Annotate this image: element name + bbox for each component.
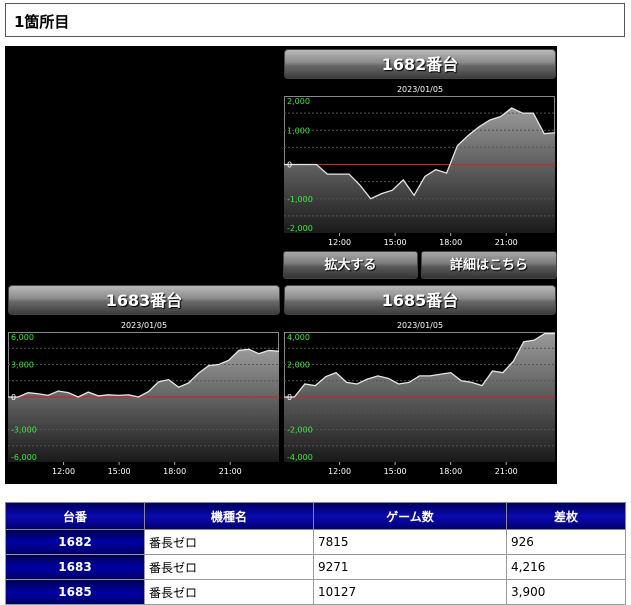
header-model-name: 機種名 xyxy=(144,502,314,530)
table-header-row: 台番 機種名 ゲーム数 差枚 xyxy=(5,502,626,530)
x-tick-label: 15:00 xyxy=(108,467,131,476)
header-machine-number: 台番 xyxy=(5,502,145,530)
panel-title-1683[interactable]: 1683番台 xyxy=(8,285,280,315)
x-tick-label: 21:00 xyxy=(495,238,518,247)
section-title: 1箇所目 xyxy=(5,3,625,37)
chart-date-label: 2023/01/05 xyxy=(397,321,443,330)
x-tick-label: 18:00 xyxy=(439,238,462,247)
table-row[interactable]: 1685 番長ゼロ 10127 3,900 xyxy=(5,579,626,605)
difference: 4,216 xyxy=(506,554,626,580)
y-tick-label: -3,000 xyxy=(11,426,37,435)
y-tick-label: -2,000 xyxy=(287,426,313,435)
x-tick-label: 21:00 xyxy=(219,467,242,476)
y-tick-label: 2,000 xyxy=(287,361,310,370)
x-tick-label: 18:00 xyxy=(163,467,186,476)
chart-1682: 2023/01/05 2,000 1,000 0 -1,000 -2,000 12:00 15… xyxy=(284,85,556,247)
y-tick-label: -6,000 xyxy=(11,453,37,462)
chart-date-label: 2023/01/05 xyxy=(121,321,167,330)
graph-area: 1682番台 2023/01/05 2,000 1,000 0 -1,000 -2,000… xyxy=(5,46,557,484)
zoom-button[interactable]: 拡大する xyxy=(283,251,418,279)
model-name: 番長ゼロ xyxy=(144,529,314,555)
table-row[interactable]: 1683 番長ゼロ 9271 4,216 xyxy=(5,554,626,580)
table-row[interactable]: 1682 番長ゼロ 7815 926 xyxy=(5,529,626,555)
y-tick-label: 0 xyxy=(11,393,16,402)
y-tick-label: -1,000 xyxy=(287,195,313,204)
game-count: 7815 xyxy=(313,529,507,555)
y-tick-label: 0 xyxy=(287,393,292,402)
y-tick-label: 4,000 xyxy=(287,333,310,342)
chart-1685: 2023/01/05 4,000 2,000 0 -2,000 -4,000 12:00 15… xyxy=(284,321,555,476)
header-difference: 差枚 xyxy=(506,502,626,530)
header-game-count: ゲーム数 xyxy=(313,502,507,530)
difference: 926 xyxy=(506,529,626,555)
details-button[interactable]: 詳細はこちら xyxy=(421,251,557,279)
difference: 3,900 xyxy=(506,579,626,605)
y-tick-label: 2,000 xyxy=(287,97,310,106)
x-tick-label: 12:00 xyxy=(52,467,75,476)
x-tick-label: 12:00 xyxy=(328,467,351,476)
machine-number[interactable]: 1685 xyxy=(5,579,145,605)
y-tick-label: 1,000 xyxy=(287,126,310,135)
model-name: 番長ゼロ xyxy=(144,554,314,580)
panel-title-1685[interactable]: 1685番台 xyxy=(284,285,556,315)
model-name: 番長ゼロ xyxy=(144,579,314,605)
x-tick-label: 15:00 xyxy=(384,238,407,247)
game-count: 9271 xyxy=(313,554,507,580)
panel-title-1682[interactable]: 1682番台 xyxy=(284,49,556,79)
x-tick-label: 15:00 xyxy=(384,467,407,476)
y-tick-label: 3,000 xyxy=(11,361,34,370)
y-tick-label: -4,000 xyxy=(287,453,313,462)
y-tick-label: -2,000 xyxy=(287,224,313,233)
machine-number[interactable]: 1682 xyxy=(5,529,145,555)
y-tick-label: 0 xyxy=(287,161,292,170)
machine-number[interactable]: 1683 xyxy=(5,554,145,580)
x-tick-label: 12:00 xyxy=(328,238,351,247)
game-count: 10127 xyxy=(313,579,507,605)
chart-1683: 2023/01/05 6,000 3,000 0 -3,000 -6,000 12:00 15… xyxy=(8,321,280,476)
machine-table: 台番 機種名 ゲーム数 差枚 1682 番長ゼロ 7815 926 1683 番… xyxy=(5,502,626,605)
chart-date-label: 2023/01/05 xyxy=(397,85,443,94)
y-tick-label: 6,000 xyxy=(11,333,34,342)
x-tick-label: 18:00 xyxy=(439,467,462,476)
section-title-text: 1箇所目 xyxy=(14,13,70,31)
x-tick-label: 21:00 xyxy=(495,467,518,476)
